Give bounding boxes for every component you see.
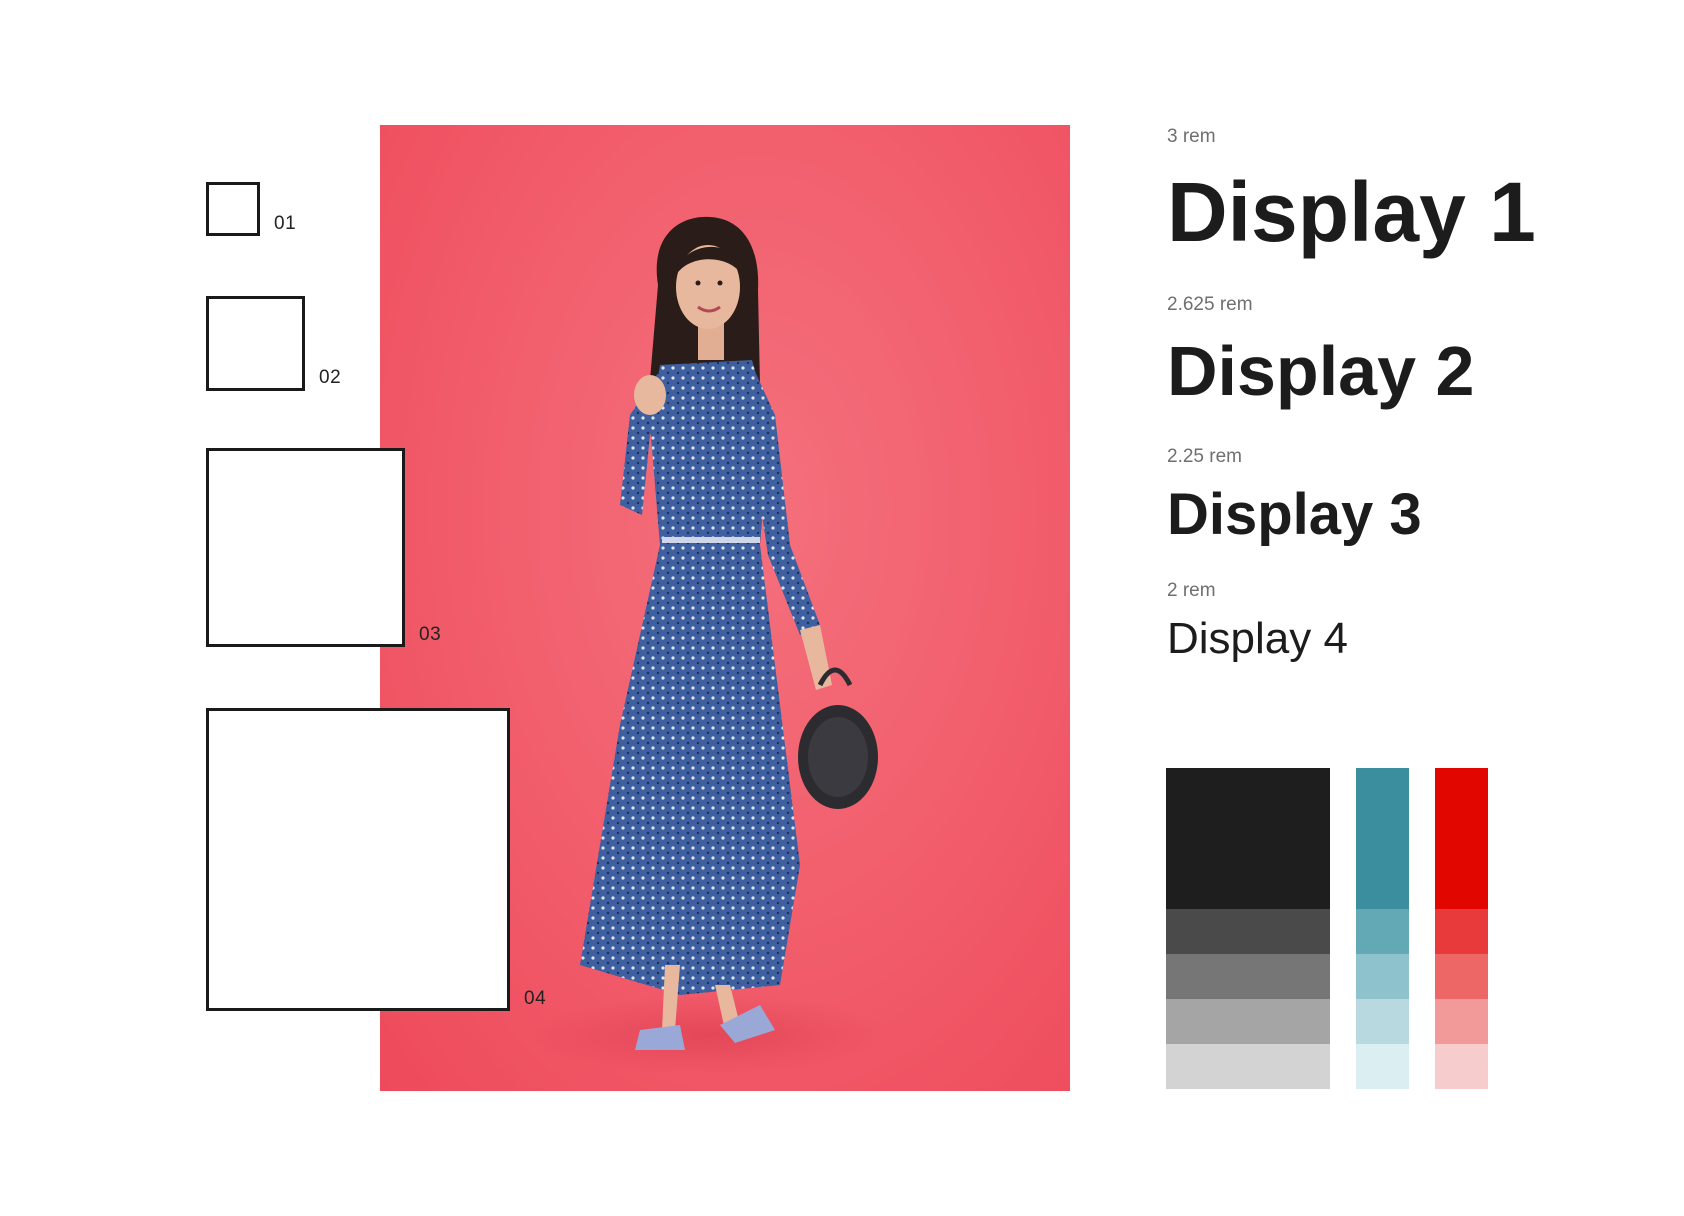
display-2-sample: Display 2 (1167, 332, 1475, 410)
right-forearm (800, 625, 832, 690)
display-3-size: 2.25 rem (1167, 446, 1242, 467)
neutral-swatch-2 (1166, 954, 1330, 999)
teal-swatch-2 (1356, 954, 1409, 999)
size-box-label: 03 (419, 624, 442, 645)
neutral-swatch-3 (1166, 999, 1330, 1044)
display-3-sample: Display 3 (1167, 482, 1422, 547)
left-hand (634, 375, 666, 415)
belt (662, 537, 760, 543)
red-swatch-4 (1435, 1044, 1488, 1089)
neutral-swatch-0 (1166, 768, 1330, 909)
size-box-label: 04 (524, 988, 547, 1009)
floor-shadow (530, 995, 890, 1075)
size-box-label: 01 (274, 213, 297, 234)
dress-skirt (580, 545, 800, 995)
palette-teal (1356, 768, 1409, 1089)
teal-swatch-4 (1356, 1044, 1409, 1089)
display-4-size: 2 rem (1167, 580, 1216, 601)
neutral-swatch-4 (1166, 1044, 1330, 1089)
size-box-01 (206, 182, 260, 236)
palette-neutral (1166, 768, 1330, 1089)
size-box-04 (206, 708, 510, 1011)
size-box-02 (206, 296, 305, 391)
teal-swatch-1 (1356, 909, 1409, 954)
display-4-sample: Display 4 (1167, 614, 1348, 663)
display-2-size: 2.625 rem (1167, 294, 1253, 315)
red-swatch-0 (1435, 768, 1488, 909)
display-1-sample: Display 1 (1167, 165, 1536, 259)
red-swatch-3 (1435, 999, 1488, 1044)
teal-swatch-3 (1356, 999, 1409, 1044)
red-swatch-1 (1435, 909, 1488, 954)
display-1-size: 3 rem (1167, 126, 1216, 147)
red-swatch-2 (1435, 954, 1488, 999)
palette-red (1435, 768, 1488, 1089)
neutral-swatch-1 (1166, 909, 1330, 954)
teal-swatch-0 (1356, 768, 1409, 909)
size-box-03 (206, 448, 405, 647)
size-box-label: 02 (319, 367, 342, 388)
